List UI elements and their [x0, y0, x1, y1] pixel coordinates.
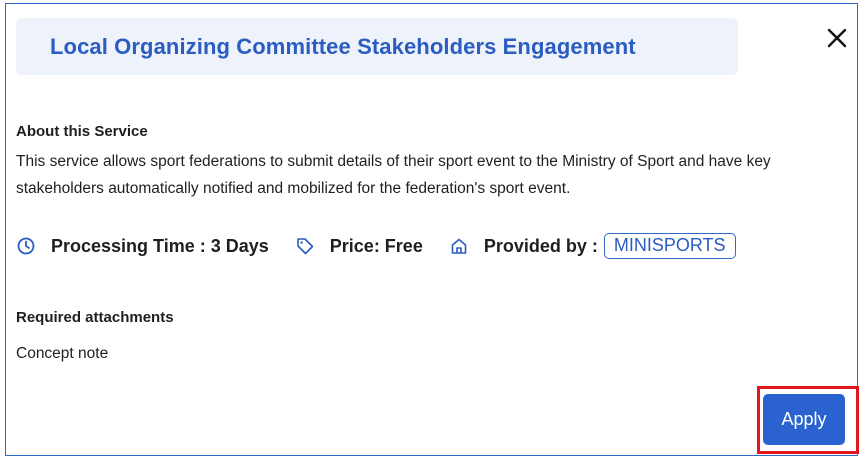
attachment-item: Concept note — [16, 345, 109, 362]
provided-by-label: Provided by : — [483, 235, 598, 256]
apply-button[interactable]: Apply — [763, 394, 845, 445]
close-button[interactable] — [825, 26, 849, 50]
dialog-title: Local Organizing Committee Stakeholders … — [50, 33, 636, 59]
home-icon — [451, 238, 467, 254]
price-tag-icon — [296, 238, 314, 255]
service-dialog: Local Organizing Committee Stakeholders … — [5, 3, 859, 456]
clock-icon — [17, 237, 35, 255]
title-banner: Local Organizing Committee Stakeholders … — [16, 18, 738, 75]
processing-time: Processing Time : 3 Days — [51, 235, 269, 256]
price: Price: Free — [329, 235, 423, 256]
about-heading: About this Service — [16, 123, 148, 140]
service-meta-row: Processing Time : 3 Days Price: Free Pro… — [16, 231, 736, 261]
close-icon — [827, 28, 847, 48]
service-description: This service allows sport federations to… — [16, 153, 771, 197]
attachments-heading: Required attachments — [16, 309, 174, 326]
provider-badge[interactable]: MINISPORTS — [603, 233, 736, 259]
